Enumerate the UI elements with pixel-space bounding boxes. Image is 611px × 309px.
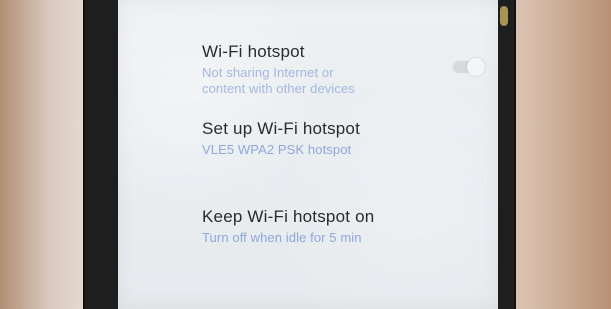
keep-wifi-hotspot-subtitle: Turn off when idle for 5 min — [202, 230, 362, 245]
wifi-hotspot-title: Wi-Fi hotspot — [202, 42, 305, 61]
wifi-hotspot-toggle[interactable] — [452, 58, 485, 76]
setup-wifi-hotspot-title: Set up Wi-Fi hotspot — [202, 119, 361, 138]
settings-list: Wi-Fi hotspot Not sharing Internet or co… — [202, 42, 487, 287]
toggle-switch-icon — [467, 58, 485, 76]
setting-setup-wifi-hotspot[interactable]: Set up Wi-Fi hotspot VLE5 WPA2 PSK hotsp… — [202, 119, 487, 207]
keep-wifi-hotspot-title: Keep Wi-Fi hotspot on — [202, 207, 375, 226]
phone-screen: Wi-Fi hotspot Not sharing Internet or co… — [118, 0, 498, 309]
photo-background: Wi-Fi hotspot Not sharing Internet or co… — [0, 0, 611, 309]
setting-keep-wifi-hotspot-on[interactable]: Keep Wi-Fi hotspot on Turn off when idle… — [202, 207, 487, 287]
setup-wifi-hotspot-subtitle: VLE5 WPA2 PSK hotspot — [202, 142, 352, 157]
wifi-hotspot-subtitle: Not sharing Internet or content with oth… — [202, 65, 355, 96]
setting-wifi-hotspot[interactable]: Wi-Fi hotspot Not sharing Internet or co… — [202, 42, 487, 119]
